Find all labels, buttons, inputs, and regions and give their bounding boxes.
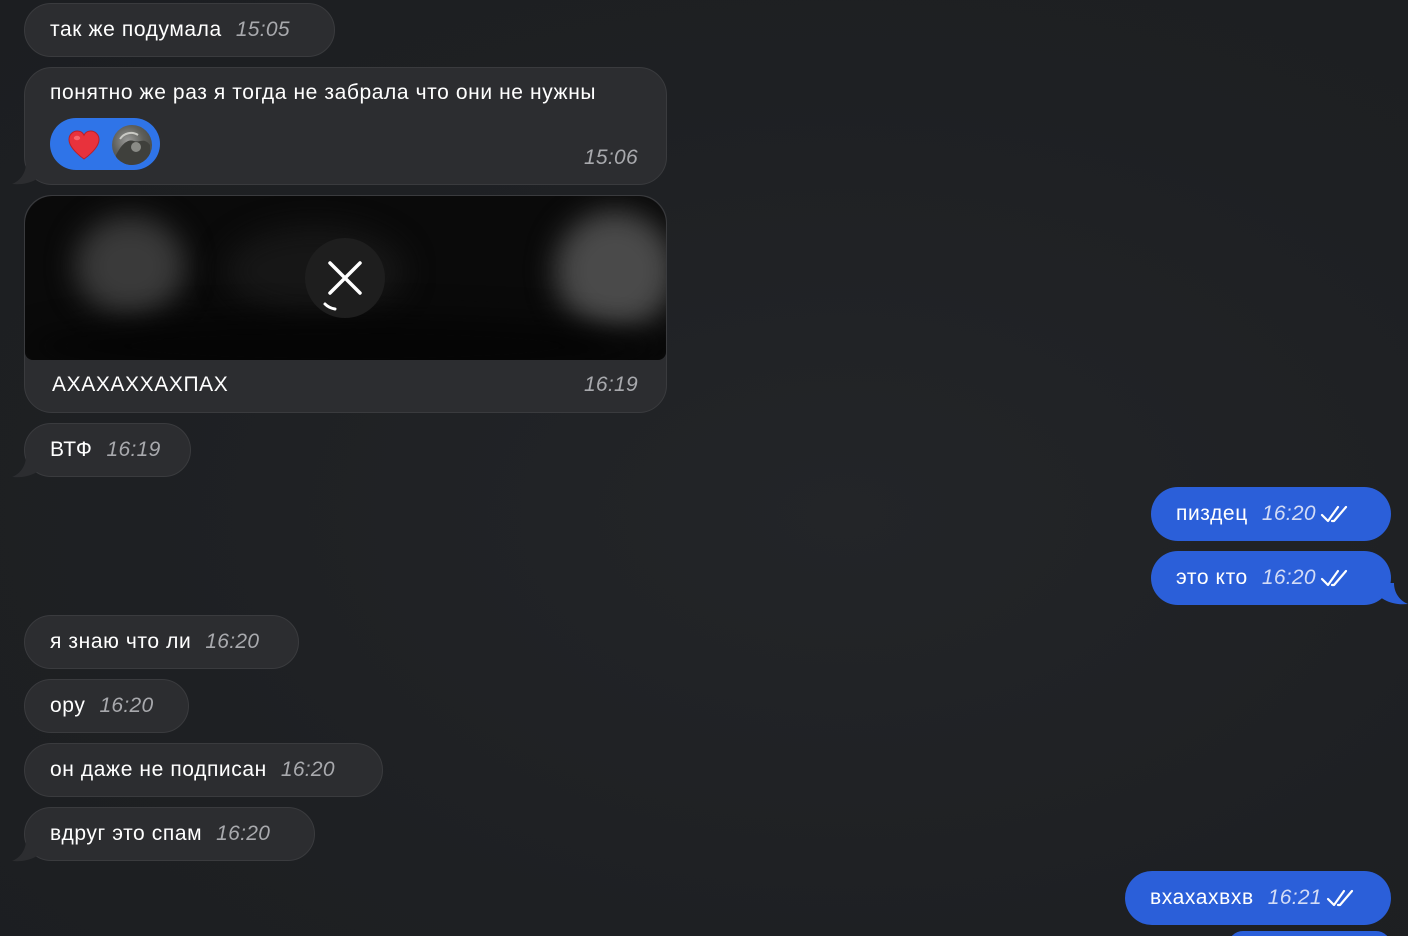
blurred-media[interactable] bbox=[25, 196, 666, 360]
message-text: так же подумала bbox=[50, 18, 222, 41]
bubble-tail bbox=[12, 456, 40, 478]
message-time: 16:19 bbox=[106, 438, 161, 461]
outgoing-message[interactable]: вхахахвхв 16:21 bbox=[1125, 871, 1391, 925]
heart-icon bbox=[68, 130, 100, 160]
incoming-message[interactable]: вдруг это спам 16:20 bbox=[24, 807, 315, 861]
message-time: 16:20 bbox=[1261, 566, 1316, 589]
message-time: 15:06 bbox=[583, 146, 638, 169]
message-text: вхахахвхв bbox=[1150, 886, 1254, 909]
message-time: 16:20 bbox=[280, 758, 335, 781]
message-text: АХАХАХХАХПАХ bbox=[52, 373, 229, 396]
bubble-tail bbox=[1380, 583, 1408, 605]
incoming-message[interactable]: понятно же раз я тогда не забрала что он… bbox=[24, 67, 667, 185]
bubble-tail bbox=[12, 163, 40, 185]
message-text: он даже не подписан bbox=[50, 758, 267, 781]
message-text: пиздец bbox=[1176, 502, 1248, 525]
reaction-pill[interactable] bbox=[50, 118, 160, 170]
message-time: 16:20 bbox=[99, 694, 154, 717]
message-text: ору bbox=[50, 694, 86, 717]
outgoing-message[interactable]: пиздец 16:20 bbox=[1151, 487, 1391, 541]
close-icon bbox=[323, 261, 362, 311]
message-text: понятно же раз я тогда не забрала что он… bbox=[50, 81, 597, 104]
incoming-message[interactable]: он даже не подписан 16:20 bbox=[24, 743, 383, 797]
avatar bbox=[112, 125, 152, 165]
message-time: 16:20 bbox=[1261, 502, 1316, 525]
message-text: ВТФ bbox=[50, 438, 93, 461]
double-check-icon bbox=[1320, 569, 1348, 587]
message-text: я знаю что ли bbox=[50, 630, 192, 653]
double-check-icon bbox=[1320, 505, 1348, 523]
incoming-message[interactable]: так же подумала 15:05 bbox=[24, 3, 335, 57]
chat-thread: так же подумала 15:05 понятно же раз я т… bbox=[0, 0, 1408, 936]
message-time: 16:20 bbox=[205, 630, 260, 653]
incoming-message[interactable]: я знаю что ли 16:20 bbox=[24, 615, 299, 669]
message-time: 16:19 bbox=[583, 373, 638, 396]
message-text: это кто bbox=[1176, 566, 1248, 589]
double-check-icon bbox=[1326, 889, 1353, 907]
close-button[interactable] bbox=[305, 238, 385, 318]
message-time: 15:05 bbox=[235, 18, 290, 41]
incoming-message[interactable]: ВТФ 16:19 bbox=[24, 423, 191, 477]
outgoing-message-partial[interactable] bbox=[1228, 931, 1391, 936]
message-time: 16:21 bbox=[1267, 886, 1322, 909]
incoming-message[interactable]: ору 16:20 bbox=[24, 679, 189, 733]
bubble-tail bbox=[12, 840, 40, 862]
message-time: 16:20 bbox=[216, 822, 271, 845]
message-text: вдруг это спам bbox=[50, 822, 203, 845]
outgoing-message[interactable]: это кто 16:20 bbox=[1151, 551, 1391, 605]
incoming-media-message[interactable]: АХАХАХХАХПАХ 16:19 bbox=[24, 195, 667, 413]
